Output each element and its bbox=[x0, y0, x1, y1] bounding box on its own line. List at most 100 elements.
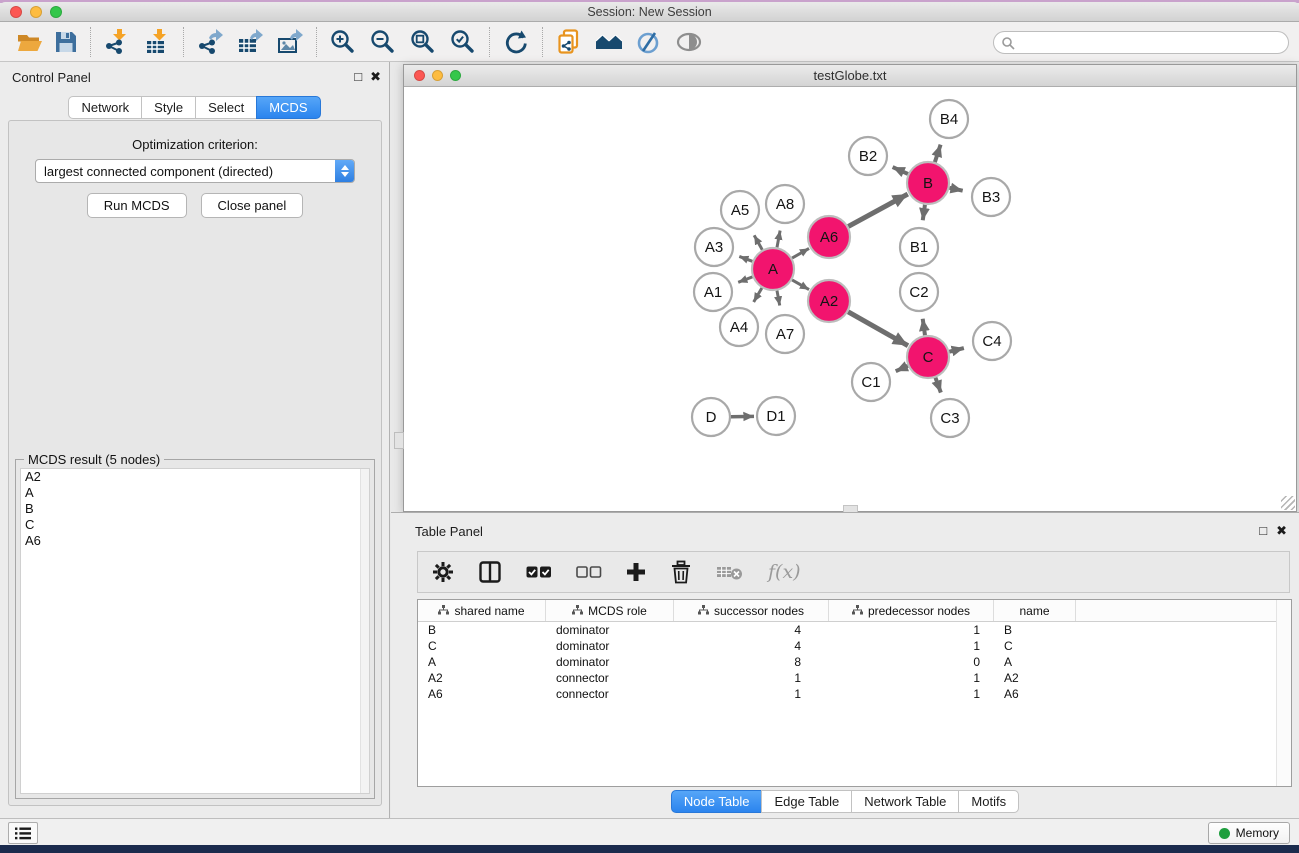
cell-predecessor-nodes[interactable]: 1 bbox=[829, 639, 994, 653]
column-header-predecessor-nodes[interactable]: predecessor nodes bbox=[829, 600, 994, 621]
graph-node-B1[interactable]: B1 bbox=[900, 228, 938, 266]
table-row[interactable]: Adominator80A bbox=[418, 654, 1291, 670]
network-canvas[interactable]: AA1A2A3A4A5A6A7A8BB1B2B3B4CC1C2C3C4DD1 bbox=[404, 87, 1296, 511]
graph-edge-C-C1[interactable] bbox=[896, 366, 908, 371]
graph-edge-C-C3[interactable] bbox=[935, 378, 940, 393]
cell-MCDS-role[interactable]: connector bbox=[546, 671, 674, 685]
graph-node-B[interactable]: B bbox=[907, 162, 949, 204]
save-session-icon[interactable] bbox=[48, 26, 84, 58]
node-table[interactable]: shared nameMCDS rolesuccessor nodesprede… bbox=[417, 599, 1292, 787]
vertical-splitter-handle[interactable] bbox=[394, 432, 404, 449]
mcds-result-item[interactable]: B bbox=[21, 501, 369, 517]
run-mcds-button[interactable]: Run MCDS bbox=[87, 193, 187, 218]
graph-edge-A-A4[interactable] bbox=[754, 288, 762, 302]
graph-node-D1[interactable]: D1 bbox=[757, 397, 795, 435]
graph-node-A8[interactable]: A8 bbox=[766, 185, 804, 223]
export-network-icon[interactable] bbox=[190, 26, 230, 58]
column-header-MCDS-role[interactable]: MCDS role bbox=[546, 600, 674, 621]
close-panel-button[interactable]: Close panel bbox=[201, 193, 304, 218]
tab-edge-table[interactable]: Edge Table bbox=[761, 790, 852, 813]
titlebar[interactable]: Session: New Session bbox=[0, 2, 1299, 22]
table-row[interactable]: Bdominator41B bbox=[418, 622, 1291, 638]
function-builder-icon[interactable]: f(x) bbox=[768, 559, 801, 585]
mcds-result-item[interactable]: A bbox=[21, 485, 369, 501]
result-list-scrollbar[interactable] bbox=[360, 469, 369, 793]
graph-node-A7[interactable]: A7 bbox=[766, 315, 804, 353]
graph-node-C3[interactable]: C3 bbox=[931, 399, 969, 437]
cell-MCDS-role[interactable]: dominator bbox=[546, 639, 674, 653]
mcds-result-item[interactable]: A2 bbox=[21, 469, 369, 485]
graph-edge-A2-C[interactable] bbox=[848, 312, 908, 346]
cell-name[interactable]: A2 bbox=[994, 671, 1076, 685]
cell-MCDS-role[interactable]: dominator bbox=[546, 623, 674, 637]
search-field[interactable] bbox=[993, 31, 1289, 54]
graph-node-A5[interactable]: A5 bbox=[721, 191, 759, 229]
mcds-result-list[interactable]: A2ABCA6 bbox=[20, 468, 370, 794]
graph-node-A2[interactable]: A2 bbox=[808, 280, 850, 322]
cell-MCDS-role[interactable]: connector bbox=[546, 687, 674, 701]
graph-node-A[interactable]: A bbox=[752, 248, 794, 290]
graph-edge-B-B2[interactable] bbox=[893, 167, 908, 174]
cell-successor-nodes[interactable]: 8 bbox=[674, 655, 829, 669]
cell-predecessor-nodes[interactable]: 1 bbox=[829, 623, 994, 637]
table-row[interactable]: A6connector11A6 bbox=[418, 686, 1291, 702]
memory-button[interactable]: Memory bbox=[1208, 822, 1290, 844]
zoom-selected-icon[interactable] bbox=[443, 26, 483, 58]
refresh-layout-icon[interactable] bbox=[496, 26, 536, 58]
column-header-successor-nodes[interactable]: successor nodes bbox=[674, 600, 829, 621]
graph-edge-A-A3[interactable] bbox=[739, 256, 752, 261]
delete-column-icon[interactable] bbox=[670, 559, 692, 585]
cell-successor-nodes[interactable]: 1 bbox=[674, 687, 829, 701]
network-window-titlebar[interactable]: testGlobe.txt bbox=[404, 65, 1296, 87]
window-resize-grip[interactable] bbox=[1281, 496, 1295, 510]
cell-MCDS-role[interactable]: dominator bbox=[546, 655, 674, 669]
graph-node-C4[interactable]: C4 bbox=[973, 322, 1011, 360]
cell-shared-name[interactable]: A6 bbox=[418, 687, 546, 701]
graph-edge-B-B4[interactable] bbox=[935, 145, 941, 162]
create-column-icon[interactable] bbox=[626, 559, 646, 585]
graph-edge-C-C4[interactable] bbox=[949, 348, 964, 352]
table-row[interactable]: Cdominator41C bbox=[418, 638, 1291, 654]
graph-node-B2[interactable]: B2 bbox=[849, 137, 887, 175]
graph-node-C2[interactable]: C2 bbox=[900, 273, 938, 311]
graph-edge-B-B1[interactable] bbox=[923, 205, 925, 220]
graph-node-D[interactable]: D bbox=[692, 398, 730, 436]
graph-node-C[interactable]: C bbox=[907, 336, 949, 378]
tab-select[interactable]: Select bbox=[195, 96, 257, 119]
graph-node-A6[interactable]: A6 bbox=[808, 216, 850, 258]
task-history-button[interactable] bbox=[8, 822, 38, 844]
column-header-shared-name[interactable]: shared name bbox=[418, 600, 546, 621]
duplicate-network-icon[interactable] bbox=[549, 26, 589, 58]
cell-successor-nodes[interactable]: 1 bbox=[674, 671, 829, 685]
open-session-icon[interactable] bbox=[12, 26, 48, 58]
graph-node-C1[interactable]: C1 bbox=[852, 363, 890, 401]
cell-successor-nodes[interactable]: 4 bbox=[674, 639, 829, 653]
close-table-panel-icon[interactable]: ✖ bbox=[1276, 523, 1287, 539]
export-table-icon[interactable] bbox=[230, 26, 270, 58]
cell-shared-name[interactable]: B bbox=[418, 623, 546, 637]
cell-shared-name[interactable]: A bbox=[418, 655, 546, 669]
table-scrollbar[interactable] bbox=[1276, 600, 1291, 786]
cell-name[interactable]: A bbox=[994, 655, 1076, 669]
graph-edge-B-B3[interactable] bbox=[949, 188, 962, 191]
table-row[interactable]: A2connector11A2 bbox=[418, 670, 1291, 686]
graph-edge-A-A1[interactable] bbox=[738, 277, 752, 282]
show-columns-icon[interactable] bbox=[478, 559, 502, 585]
graph-edge-A6-B[interactable] bbox=[848, 194, 907, 226]
zoom-in-icon[interactable] bbox=[323, 26, 363, 58]
export-image-icon[interactable] bbox=[270, 26, 310, 58]
graph-edge-A-A2[interactable] bbox=[792, 280, 809, 290]
zoom-fit-icon[interactable] bbox=[403, 26, 443, 58]
tab-style[interactable]: Style bbox=[141, 96, 196, 119]
graph-edge-A-A8[interactable] bbox=[777, 231, 780, 248]
delete-table-icon[interactable] bbox=[716, 559, 744, 585]
mcds-result-item[interactable]: C bbox=[21, 517, 369, 533]
cell-predecessor-nodes[interactable]: 1 bbox=[829, 687, 994, 701]
select-all-columns-icon[interactable] bbox=[526, 559, 552, 585]
show-graphics-details-icon[interactable] bbox=[669, 26, 709, 58]
network-home-icon[interactable] bbox=[589, 26, 629, 58]
import-table-icon[interactable] bbox=[137, 26, 177, 58]
graph-node-B4[interactable]: B4 bbox=[930, 100, 968, 138]
unselect-all-columns-icon[interactable] bbox=[576, 559, 602, 585]
annotation-mode-icon[interactable] bbox=[629, 26, 669, 58]
